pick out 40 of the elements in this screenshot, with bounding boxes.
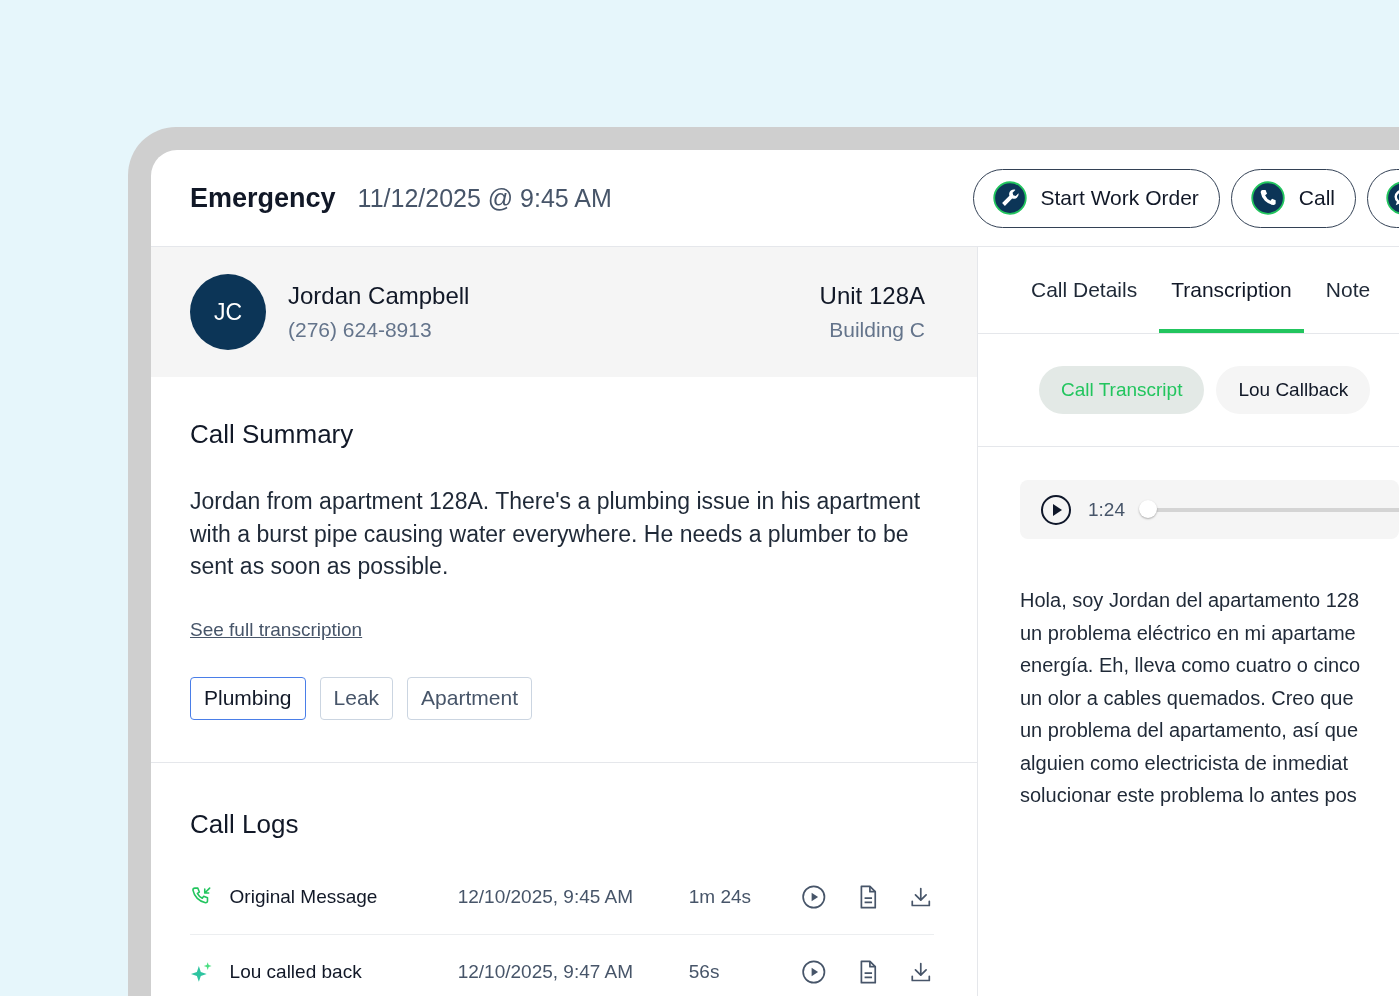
contact-phone: (276) 624-8913 xyxy=(288,318,433,342)
wrench-icon xyxy=(992,181,1027,215)
tab[interactable]: Transcription xyxy=(1159,247,1304,333)
tag[interactable]: Apartment xyxy=(407,676,532,720)
log-datetime: 12/10/2025, 9:47 AM xyxy=(457,960,635,983)
unit-number: Unit 128A xyxy=(819,282,925,310)
transcript-tab[interactable]: Lou Callback xyxy=(1216,366,1371,414)
transcript-line: un problema eléctrico en mi apartame xyxy=(1020,620,1357,646)
tab[interactable]: Call Details xyxy=(1019,247,1150,333)
call-datetime: 11/12/2025 @ 9:45 AM xyxy=(357,183,612,213)
building-name: Building C xyxy=(829,318,925,342)
transcript-line: solucionar este problema lo antes pos xyxy=(1020,783,1358,808)
log-duration: 56s xyxy=(688,960,721,983)
tag[interactable]: Leak xyxy=(319,676,394,720)
log-name: Original Message xyxy=(229,885,379,908)
log-duration: 1m 24s xyxy=(688,885,753,908)
log-datetime: 12/10/2025, 9:45 AM xyxy=(457,885,635,908)
see-transcription-link[interactable]: See full transcription xyxy=(190,618,363,640)
call-button[interactable]: Call xyxy=(1230,168,1356,228)
play-icon[interactable] xyxy=(1040,493,1072,526)
transcript-line: energía. Eh, lleva como cuatro o cinco xyxy=(1020,653,1362,678)
section-title: Call Logs xyxy=(190,808,300,840)
contact-name: Jordan Campbell xyxy=(288,282,471,310)
transcript-line: un problema del apartamento, así que xyxy=(1020,718,1359,743)
transcript-line: Hola, soy Jordan del apartamento 128 xyxy=(1020,588,1361,613)
tab[interactable]: Note xyxy=(1313,247,1383,333)
playback-time: 1:24 xyxy=(1088,498,1125,521)
transcript-line: alguien como electricista de inmediat xyxy=(1020,750,1349,776)
phone-icon xyxy=(1250,181,1285,215)
play-icon[interactable] xyxy=(801,883,827,910)
play-icon[interactable] xyxy=(801,958,827,985)
slider-thumb[interactable] xyxy=(1139,499,1157,518)
log-name: Lou called back xyxy=(229,960,363,983)
summary-text: Jordan from apartment 128A. There's a plumbing issue in his apartment with a burst pipe causing water everywhere. He needs a plumber to be sent as soon as possible. xyxy=(190,487,922,581)
transcript-line: un olor a cables quemados. Creo que xyxy=(1020,685,1355,711)
avatar: JC xyxy=(190,274,266,350)
tag[interactable]: Plumbing xyxy=(190,676,306,720)
page-title: Emergency xyxy=(190,182,336,214)
start-work-order-button[interactable]: Start Work Order xyxy=(972,168,1220,228)
section-title: Call Summary xyxy=(190,419,355,450)
